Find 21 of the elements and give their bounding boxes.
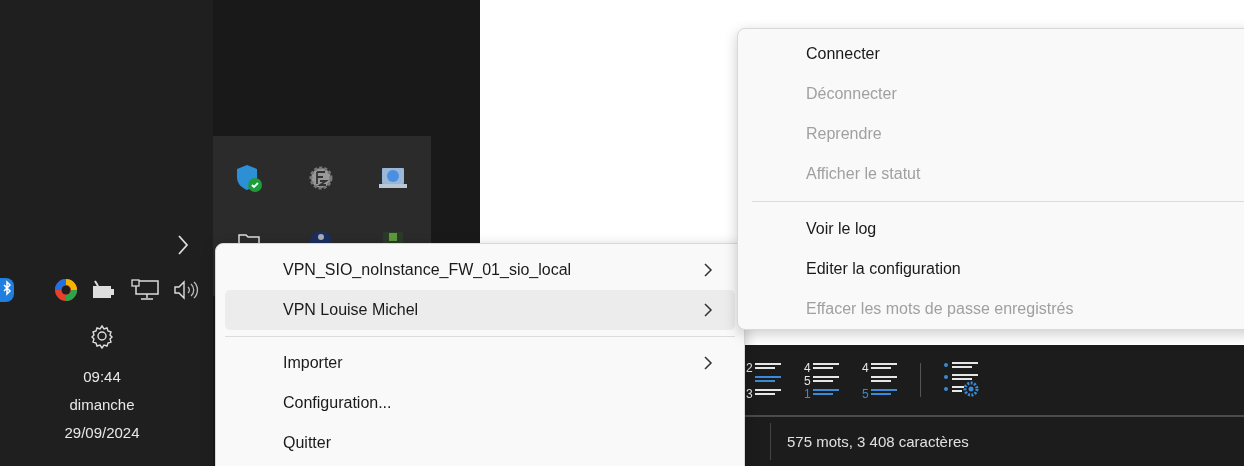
bluetooth-icon[interactable] <box>0 278 14 302</box>
browser-icon[interactable] <box>54 278 78 302</box>
clock-day: dimanche <box>69 394 135 416</box>
clock[interactable]: 09:44 dimanche 29/09/2024 <box>52 366 152 444</box>
settings-icon[interactable] <box>89 323 115 349</box>
menu-item[interactable]: Connecter <box>744 34 1244 74</box>
chevron-icon[interactable] <box>176 233 190 257</box>
clock-date: 29/09/2024 <box>64 423 140 443</box>
menu-item[interactable]: VPN_SIO_noInstance_FW_01_sio_local <box>225 250 735 290</box>
laptop-icon[interactable] <box>378 165 408 191</box>
menu-item[interactable]: VPN Louise Michel <box>225 290 735 330</box>
menu-item[interactable]: Voir le log <box>744 209 1244 249</box>
menu-item[interactable]: Quitter <box>225 423 735 463</box>
menu-item[interactable]: Importer <box>225 343 735 383</box>
menu-item[interactable]: Configuration... <box>225 383 735 423</box>
shield-check-icon[interactable] <box>235 163 263 193</box>
menu-item[interactable]: Editer la configuration <box>744 249 1244 289</box>
word-count: 575 mots, 3 408 caractères <box>787 433 969 450</box>
clock-time: 09:44 <box>83 367 121 387</box>
monitor-icon[interactable] <box>130 278 160 302</box>
gear-icon[interactable] <box>307 164 335 192</box>
